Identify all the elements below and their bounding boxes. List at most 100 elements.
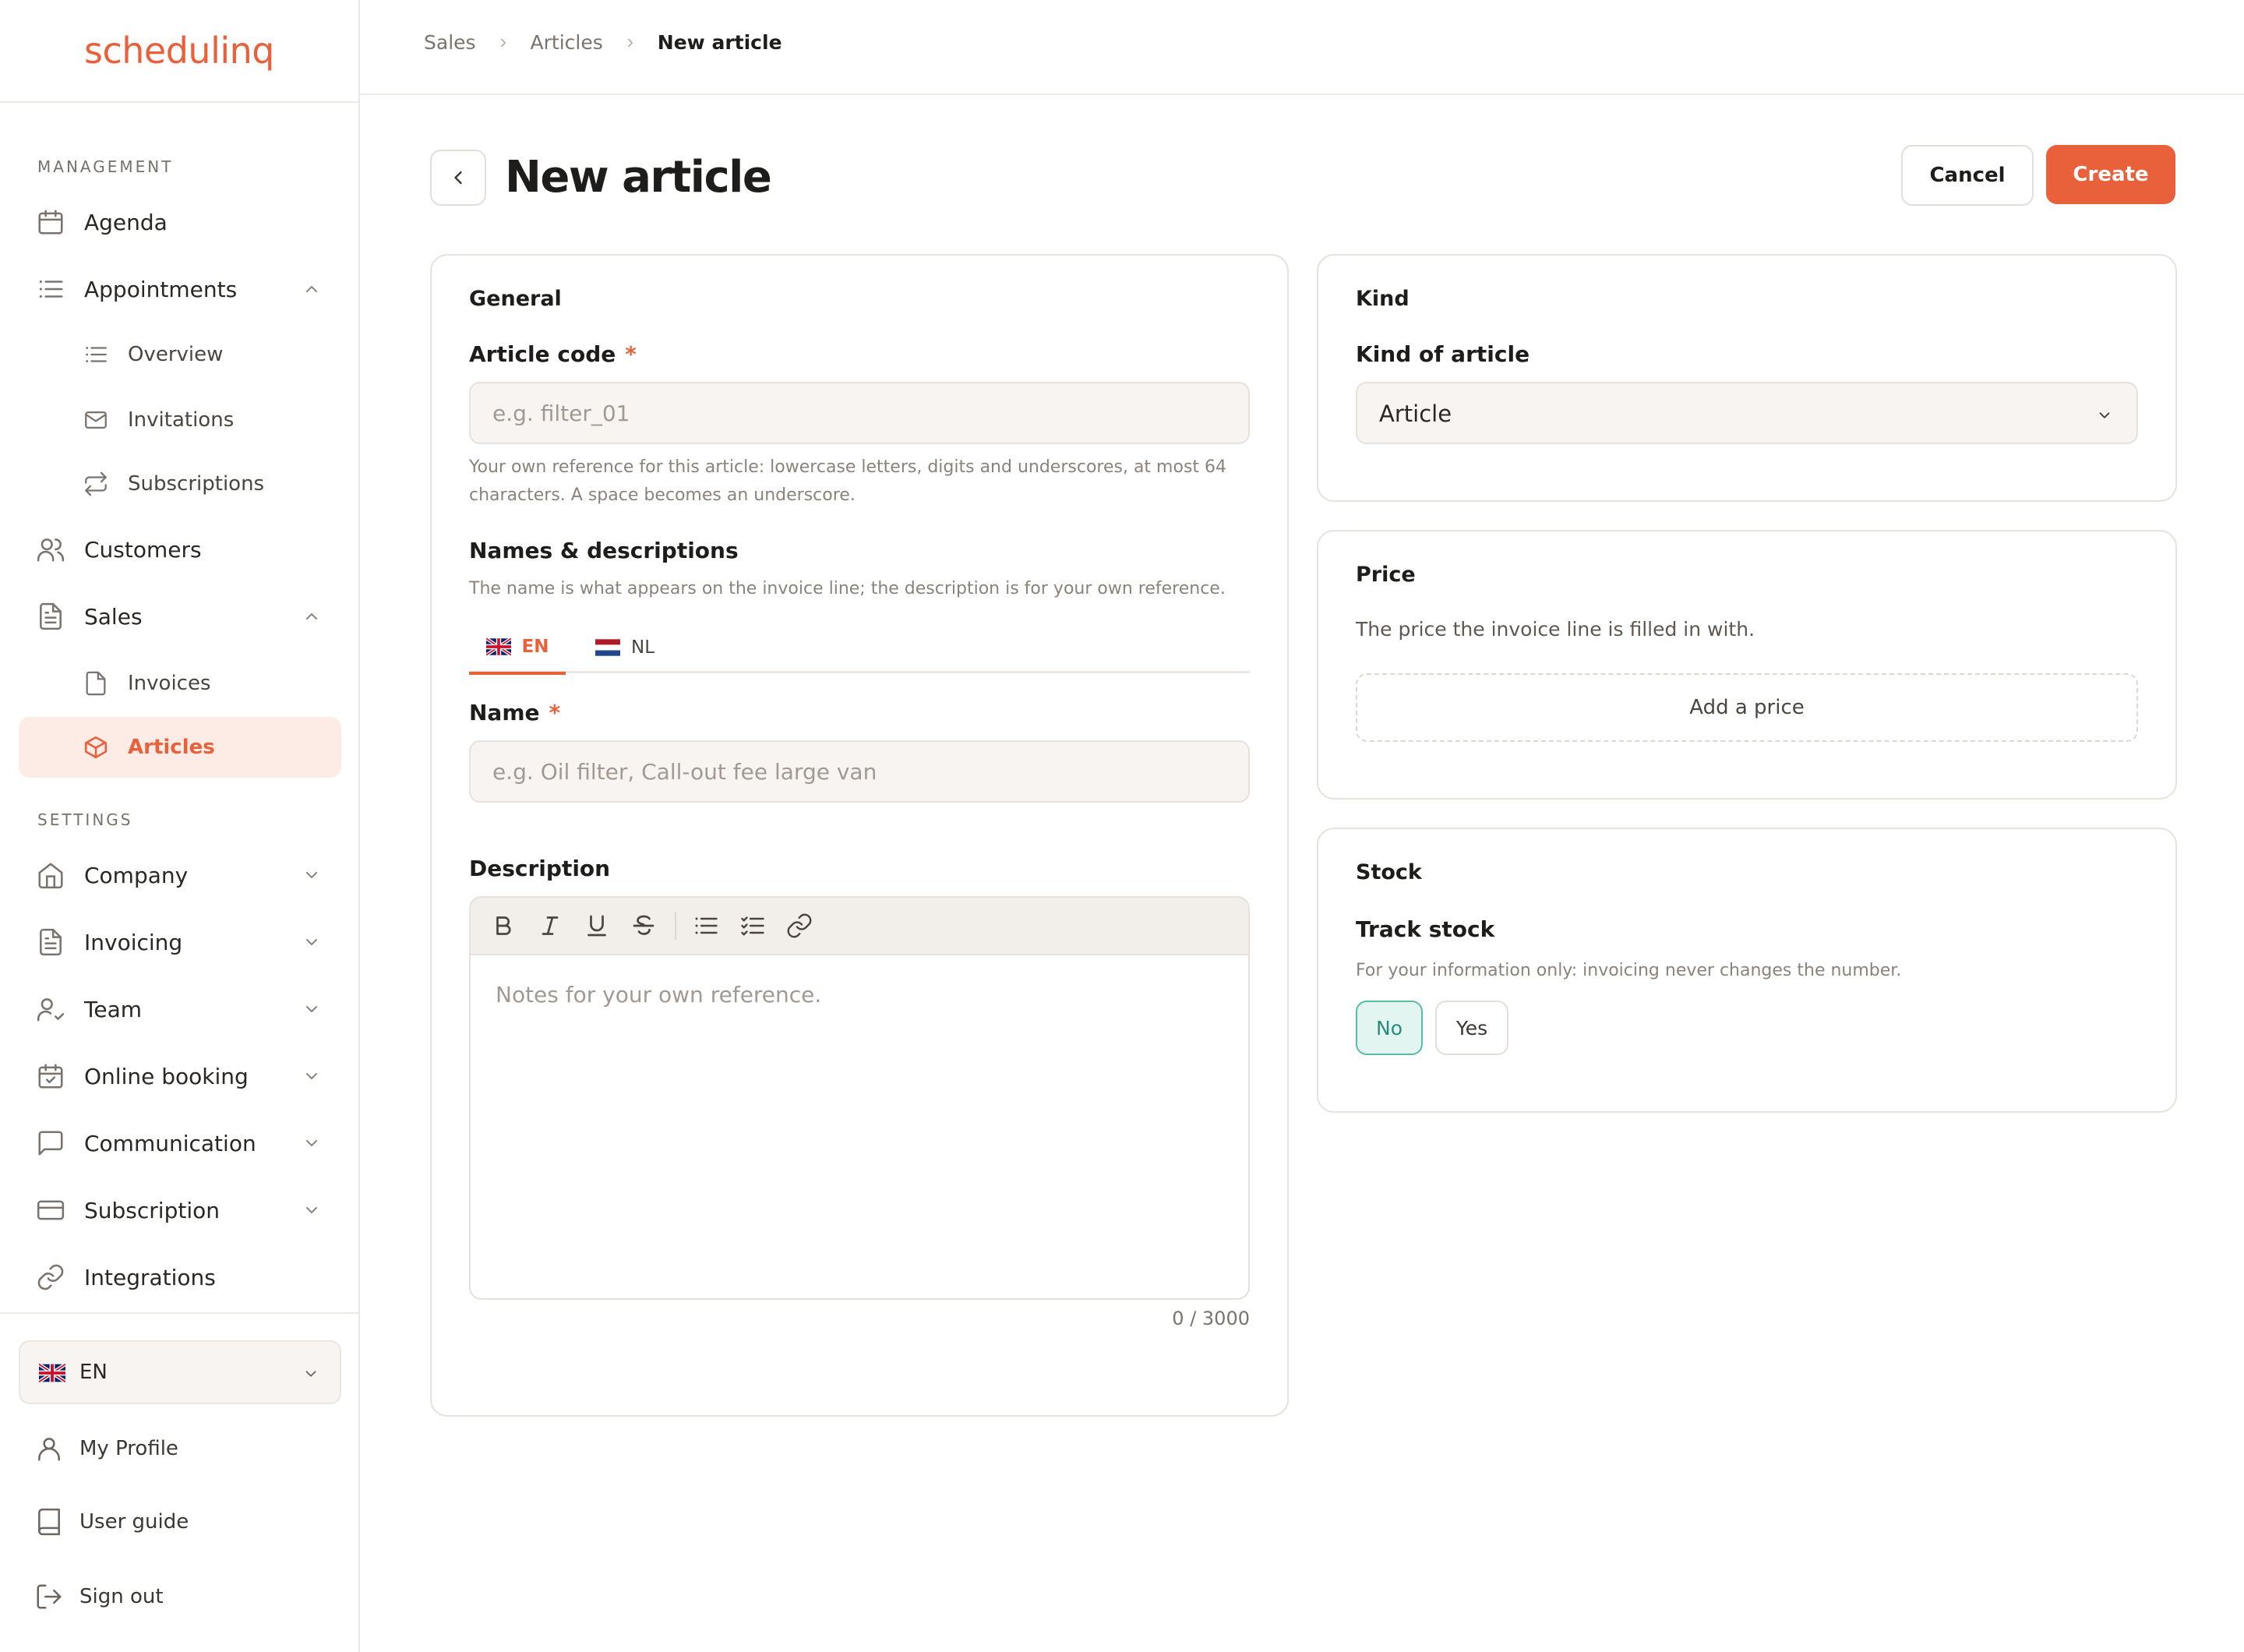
message-icon [36, 1128, 65, 1158]
track-stock-label: Track stock [1356, 916, 1495, 942]
sidebar-item-label: My Profile [79, 1437, 178, 1460]
kind-of-article-label: Kind of article [1356, 341, 1530, 367]
chevron-right-icon [623, 36, 637, 50]
chevron-up-icon[interactable] [302, 280, 321, 298]
home-icon [36, 860, 65, 890]
breadcrumb-articles[interactable]: Articles [531, 31, 603, 54]
chevron-down-icon[interactable] [302, 1201, 321, 1220]
editor-toolbar [471, 898, 1248, 955]
toolbar-separator [675, 912, 676, 940]
name-label-text: Name [469, 700, 540, 725]
chevron-up-icon[interactable] [302, 607, 321, 626]
chevron-down-icon[interactable] [302, 1134, 321, 1153]
strikethrough-icon[interactable] [630, 912, 658, 940]
brand-logo[interactable]: schedulinq [0, 0, 358, 103]
sidebar-item-company[interactable]: Company [19, 845, 341, 905]
tab-en-label: EN [521, 637, 549, 657]
sidebar-item-integrations[interactable]: Integrations [19, 1247, 341, 1308]
article-code-label: Article code * [469, 341, 637, 367]
sidebar-item-communication[interactable]: Communication [19, 1113, 341, 1174]
section-label-management: MANAGEMENT [37, 157, 174, 176]
language-select[interactable]: EN [19, 1340, 341, 1404]
chevron-down-icon[interactable] [302, 1067, 321, 1085]
price-title: Price [1356, 563, 1416, 587]
kind-title: Kind [1356, 287, 1410, 311]
create-button[interactable]: Create [2046, 145, 2175, 204]
sidebar-item-overview[interactable]: Overview [19, 324, 341, 385]
sidebar-item-label: Invoicing [84, 929, 183, 955]
chevron-down-icon[interactable] [302, 933, 321, 951]
link-icon[interactable] [785, 912, 813, 940]
file-icon [83, 670, 109, 697]
mail-icon [83, 407, 109, 433]
sidebar-item-online-booking[interactable]: Online booking [19, 1046, 341, 1107]
link-icon [36, 1262, 65, 1292]
bullet-list-icon[interactable] [692, 912, 720, 940]
chevron-down-icon[interactable] [302, 866, 321, 884]
kind-of-article-select[interactable]: Article [1356, 382, 2138, 444]
sidebar-item-my-profile[interactable]: My Profile [34, 1429, 178, 1468]
description-label: Description [469, 856, 611, 881]
back-button[interactable] [430, 150, 486, 206]
sidebar-item-label: Sign out [79, 1585, 164, 1608]
description-editor[interactable]: Notes for your own reference. [469, 896, 1250, 1300]
tab-nl[interactable]: NL [586, 622, 664, 673]
required-mark: * [625, 341, 637, 367]
sidebar-item-team[interactable]: Team [19, 979, 341, 1040]
track-stock-no-button[interactable]: No [1356, 1001, 1423, 1055]
repeat-icon [83, 471, 109, 497]
tab-en[interactable]: EN [469, 622, 566, 675]
brand-name: schedulinq [84, 30, 274, 72]
sidebar-item-appointments[interactable]: Appointments [19, 259, 341, 319]
sidebar-item-label: Appointments [84, 276, 238, 302]
sidebar-item-customers[interactable]: Customers [19, 519, 341, 580]
sidebar-item-invoicing[interactable]: Invoicing [19, 912, 341, 972]
chevron-down-icon[interactable] [302, 1000, 321, 1018]
sidebar-item-subscription[interactable]: Subscription [19, 1180, 341, 1241]
sidebar-item-label: Overview [128, 343, 224, 366]
sidebar-item-agenda[interactable]: Agenda [19, 192, 341, 252]
sidebar-item-sales[interactable]: Sales [19, 586, 341, 647]
sidebar-item-label: User guide [79, 1510, 189, 1534]
chevron-left-icon [447, 167, 469, 189]
logout-icon [34, 1582, 64, 1611]
name-input[interactable]: e.g. Oil filter, Call-out fee large van [469, 740, 1250, 803]
credit-card-icon [36, 1195, 65, 1225]
sidebar-item-invoices[interactable]: Invoices [19, 653, 341, 714]
checklist-icon[interactable] [739, 912, 767, 940]
add-price-button[interactable]: Add a price [1356, 673, 2138, 742]
names-descriptions-help: The name is what appears on the invoice … [469, 579, 1226, 598]
italic-icon[interactable] [536, 912, 564, 940]
price-card [1317, 530, 2177, 800]
user-check-icon [36, 994, 65, 1024]
article-code-help-line1: Your own reference for this article: low… [469, 457, 1227, 477]
sidebar-item-subscriptions[interactable]: Subscriptions [19, 454, 341, 514]
stock-title: Stock [1356, 860, 1422, 884]
sidebar-item-invitations[interactable]: Invitations [19, 390, 341, 450]
sidebar-item-articles[interactable]: Articles [19, 717, 341, 778]
description-placeholder: Notes for your own reference. [496, 982, 822, 1008]
track-stock-yes-button[interactable]: Yes [1435, 1001, 1508, 1055]
sidebar-item-label: Invitations [128, 408, 235, 432]
chevron-down-icon [302, 1365, 319, 1382]
uk-flag-icon [39, 1364, 65, 1382]
sidebar-item-user-guide[interactable]: User guide [34, 1502, 189, 1541]
sidebar-item-label: Company [84, 862, 189, 888]
track-stock-help: For your information only: invoicing nev… [1356, 961, 1902, 980]
underline-icon[interactable] [583, 912, 611, 940]
cancel-button[interactable]: Cancel [1901, 145, 2034, 206]
breadcrumb-sales[interactable]: Sales [424, 31, 476, 54]
box-icon [83, 734, 109, 761]
sidebar-item-sign-out[interactable]: Sign out [34, 1577, 164, 1616]
sidebar-item-label: Sales [84, 603, 143, 630]
sidebar-item-label: Communication [84, 1130, 256, 1156]
sidebar-divider [0, 1312, 358, 1314]
calendar-check-icon [36, 1061, 65, 1091]
sidebar-item-label: Subscription [84, 1197, 220, 1223]
article-code-help: Your own reference for this article: low… [469, 454, 1226, 510]
sidebar-item-label: Integrations [84, 1264, 216, 1290]
article-code-input[interactable]: e.g. filter_01 [469, 382, 1250, 444]
bold-icon[interactable] [489, 912, 517, 940]
kind-of-article-value: Article [1379, 401, 1452, 427]
sidebar-item-label: Articles [128, 736, 215, 759]
